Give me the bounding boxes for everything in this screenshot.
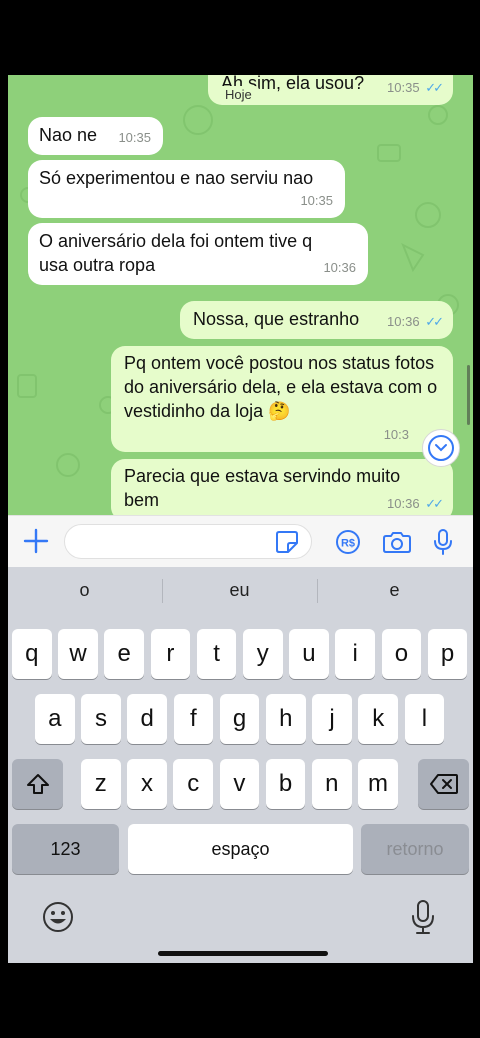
key-x[interactable]: x — [127, 759, 167, 809]
key-d[interactable]: d — [127, 694, 167, 744]
emoji-icon[interactable] — [41, 900, 75, 934]
message-time: 10:36 — [387, 314, 420, 329]
home-indicator[interactable] — [158, 951, 328, 956]
key-g[interactable]: g — [219, 694, 260, 744]
key-z[interactable]: z — [81, 759, 121, 809]
key-o[interactable]: o — [381, 629, 422, 679]
pix-label: R$ — [341, 538, 355, 550]
suggestion-1[interactable]: o — [8, 567, 161, 613]
sticker-icon[interactable] — [274, 529, 300, 555]
read-ticks-icon: ✓✓ — [425, 496, 444, 511]
key-r[interactable]: r — [150, 629, 191, 679]
read-ticks-icon: ✓✓ — [425, 314, 444, 329]
read-ticks-icon: ✓✓ — [425, 80, 444, 95]
message-time: 10:35 — [387, 80, 420, 95]
delete-key[interactable] — [418, 759, 469, 809]
key-t[interactable]: t — [196, 629, 237, 679]
message-time: 10:36 — [323, 260, 356, 275]
message-text: Pq ontem você postou nos status fotos do… — [124, 353, 438, 421]
key-k[interactable]: k — [358, 694, 398, 744]
backspace-icon — [429, 774, 458, 794]
message-input-bar: R$ — [8, 515, 473, 567]
space-key[interactable]: espaço — [128, 824, 353, 874]
message-bubble-incoming[interactable]: Nao ne 10:35 — [28, 117, 163, 155]
key-a[interactable]: a — [35, 694, 75, 744]
message-meta: 10:36 ✓✓ — [387, 310, 444, 334]
message-text: Nossa, que estranho — [193, 309, 360, 329]
scroll-to-bottom-button[interactable] — [422, 429, 460, 467]
message-bubble-outgoing[interactable]: Pq ontem você postou nos status fotos do… — [111, 346, 453, 452]
date-chip: Hoje — [218, 86, 259, 103]
key-u[interactable]: u — [289, 629, 329, 679]
key-f[interactable]: f — [173, 694, 214, 744]
suggestion-2[interactable]: eu — [163, 567, 316, 613]
key-c[interactable]: c — [173, 759, 213, 809]
shift-key[interactable] — [12, 759, 63, 809]
message-bubble-outgoing[interactable]: Nossa, que estranho 10:36 ✓✓ — [180, 301, 453, 339]
key-n[interactable]: n — [312, 759, 352, 809]
suggestion-3[interactable]: e — [318, 567, 471, 613]
message-meta: 10:35 ✓✓ — [387, 76, 444, 100]
phone-screen: Ah sim, ela usou? 10:35 ✓✓ Hoje Nao ne 1… — [8, 75, 473, 963]
message-text: O aniversário dela foi ontem tive q usa … — [39, 231, 313, 275]
message-meta: 10:36 ✓✓ — [387, 492, 444, 515]
shift-icon — [26, 774, 49, 794]
key-v[interactable]: v — [219, 759, 260, 809]
plus-icon[interactable] — [22, 527, 50, 555]
message-time: 10:35 — [300, 193, 333, 208]
key-b[interactable]: b — [265, 759, 306, 809]
key-l[interactable]: l — [404, 694, 445, 744]
key-m[interactable]: m — [358, 759, 398, 809]
message-bubble-incoming[interactable]: O aniversário dela foi ontem tive q usa … — [28, 223, 368, 285]
keyboard: o eu e qwertyuiop asdfghjkl zxcvbnm 123 … — [8, 567, 473, 963]
camera-icon[interactable] — [382, 528, 411, 556]
numbers-key[interactable]: 123 — [12, 824, 119, 874]
message-text: Só experimentou e nao serviu nao — [39, 168, 314, 188]
message-time: 10:35 — [118, 130, 151, 145]
key-i[interactable]: i — [335, 629, 375, 679]
dictation-microphone-icon[interactable] — [408, 899, 438, 935]
chevron-down-circle-icon — [428, 435, 454, 461]
return-key[interactable]: retorno — [361, 824, 469, 874]
key-j[interactable]: j — [312, 694, 352, 744]
chat-area[interactable]: Ah sim, ela usou? 10:35 ✓✓ Hoje Nao ne 1… — [8, 75, 473, 515]
chat-scrollbar[interactable] — [467, 365, 470, 425]
key-p[interactable]: p — [427, 629, 468, 679]
key-h[interactable]: h — [266, 694, 306, 744]
pix-payment-icon[interactable]: R$ — [334, 528, 362, 556]
message-time: 10:36 — [387, 496, 420, 511]
microphone-icon[interactable] — [429, 528, 457, 556]
key-q[interactable]: q — [12, 629, 52, 679]
message-time: 10:3 — [383, 427, 409, 442]
key-w[interactable]: w — [58, 629, 98, 679]
message-bubble-incoming[interactable]: Só experimentou e nao serviu nao 10:35 — [28, 160, 345, 218]
key-y[interactable]: y — [243, 629, 283, 679]
key-s[interactable]: s — [81, 694, 121, 744]
message-bubble-outgoing[interactable]: Parecia que estava servindo muito bem 10… — [111, 459, 453, 515]
message-text: Parecia que estava servindo muito bem — [124, 466, 401, 510]
key-e[interactable]: e — [104, 629, 144, 679]
